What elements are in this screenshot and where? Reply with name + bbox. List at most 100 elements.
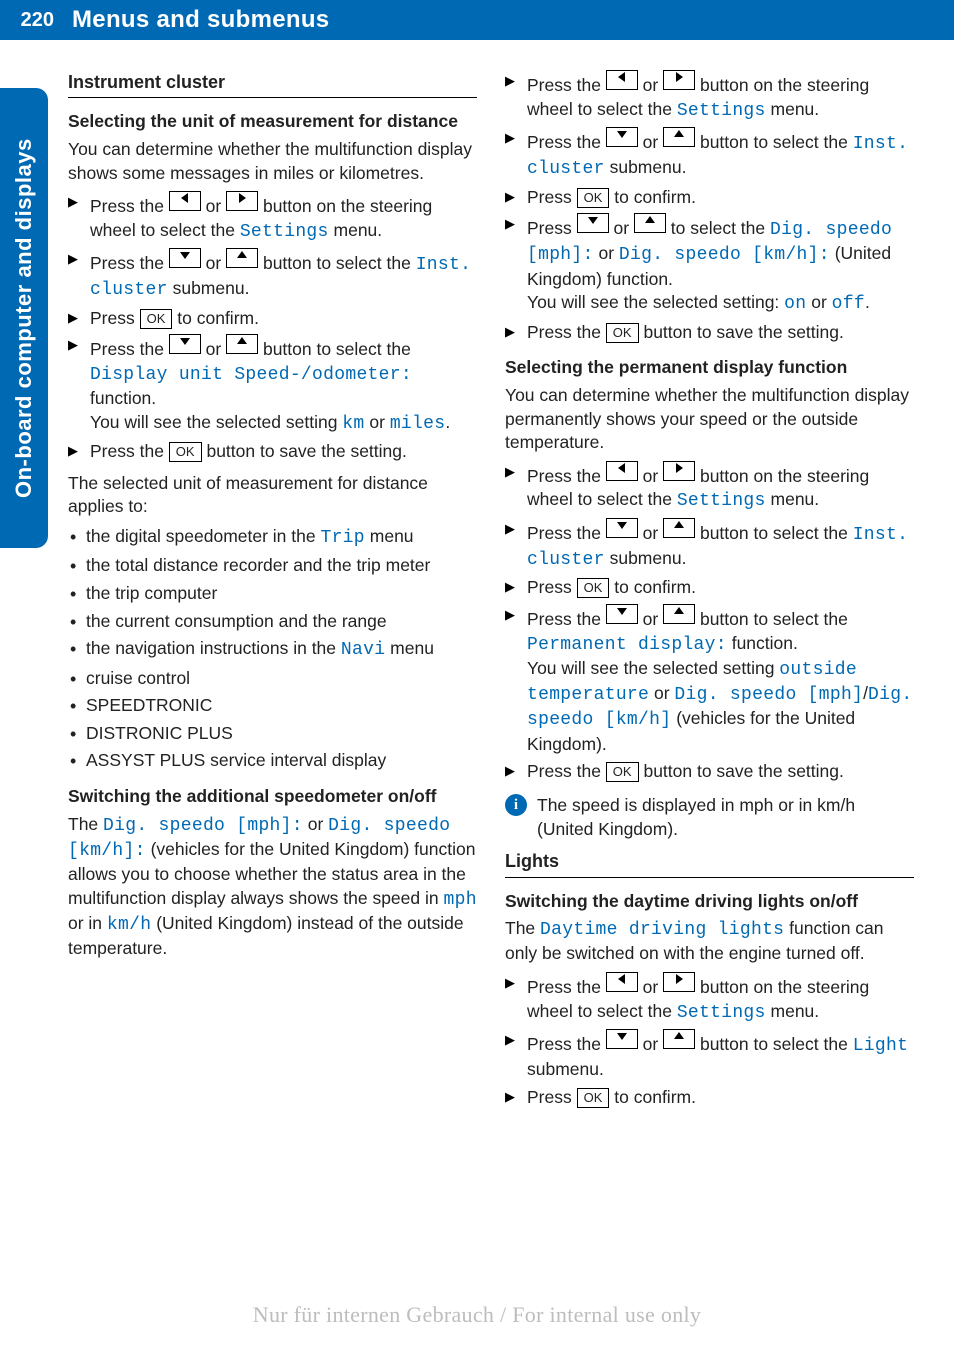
up-arrow-key [663,1029,695,1049]
step: Press the or button on the steering whee… [505,461,914,514]
up-arrow-key [663,127,695,147]
menu-settings: Settings [677,491,766,511]
step: Press or to select the Dig. speedo [mph]… [505,213,914,317]
left-arrow-key [606,461,638,481]
value-km: km [342,414,364,434]
menu-permanent-display: Permanent display: [527,635,727,655]
ok-key: OK [577,578,610,598]
right-arrow-key [226,191,258,211]
menu-dig-speedo-mph: Dig. speedo [mph]: [103,816,303,836]
list-item: cruise control [68,667,477,691]
list-item: ASSYST PLUS service interval display [68,749,477,773]
heading-daytime-lights: Switching the daytime driving lights on/… [505,890,914,914]
right-arrow-key [663,70,695,90]
step: Press OK to confirm. [68,307,477,331]
value-dig-mph: Dig. speedo [mph] [674,685,863,705]
list-item: the navigation instructions in the Navi … [68,637,477,662]
list-item: the digital speedometer in the Trip menu [68,525,477,550]
list-item: the trip computer [68,582,477,606]
right-column: Press the or button on the steering whee… [505,70,914,1118]
steps-permanent-display: Press the or button on the steering whee… [505,461,914,784]
down-arrow-key [606,518,638,538]
value-mph: mph [443,890,476,910]
value-miles: miles [390,414,446,434]
left-arrow-key [169,191,201,211]
menu-settings: Settings [677,101,766,121]
list-item: SPEEDTRONIC [68,694,477,718]
right-arrow-key [663,972,695,992]
menu-light: Light [853,1036,909,1056]
down-arrow-key [169,334,201,354]
steps-daytime-lights: Press the or button on the steering whee… [505,972,914,1109]
steps-unit-distance: Press the or button on the steering whee… [68,191,477,464]
down-arrow-key [606,1029,638,1049]
ok-key: OK [606,762,639,782]
step: Press the or button to select the Perman… [505,604,914,756]
ok-key: OK [140,309,173,329]
list-item: the total distance recorder and the trip… [68,554,477,578]
value-off: off [832,294,865,314]
value-on: on [784,294,806,314]
right-arrow-key [663,461,695,481]
step: Press the or button to select the Inst. … [505,518,914,573]
ok-key: OK [169,442,202,462]
info-text: The speed is displayed in mph or in km/h… [537,794,914,841]
left-arrow-key [606,972,638,992]
watermark: Nur für internen Gebrauch / For internal… [0,1302,954,1328]
down-arrow-key [169,248,201,268]
step: Press the or button to select the Inst. … [68,248,477,303]
left-column: Instrument cluster Selecting the unit of… [68,70,477,1118]
applies-list: the digital speedometer in the Trip menu… [68,525,477,773]
step: Press the or button to select the Light … [505,1029,914,1082]
ok-key: OK [577,1088,610,1108]
intro-unit-distance: You can determine whether the multifunct… [68,138,477,185]
up-arrow-key [634,213,666,233]
page-number: 220 [0,0,60,40]
down-arrow-key [606,604,638,624]
heading-permanent-display: Selecting the permanent display function [505,356,914,380]
applies-intro: The selected unit of measurement for dis… [68,472,477,519]
step: Press OK to confirm. [505,186,914,210]
ok-key: OK [577,188,610,208]
menu-daytime-driving-lights: Daytime driving lights [540,920,784,940]
left-arrow-key [606,70,638,90]
page-title: Menus and submenus [60,0,954,40]
step: Press the or button on the steering whee… [68,191,477,244]
step: Press the OK button to save the setting. [68,440,477,464]
value-kmh: km/h [107,915,151,935]
step: Press the or button to select the Displa… [68,334,477,436]
heading-additional-speedo: Switching the additional speedometer on/… [68,785,477,809]
step: Press OK to confirm. [505,1086,914,1110]
up-arrow-key [226,334,258,354]
step: Press OK to confirm. [505,576,914,600]
up-arrow-key [226,248,258,268]
list-item: the current consumption and the range [68,610,477,634]
step: Press the OK button to save the setting. [505,760,914,784]
ok-key: OK [606,323,639,343]
heading-lights: Lights [505,849,914,877]
steps-additional-speedo: Press the or button on the steering whee… [505,70,914,344]
heading-instrument-cluster: Instrument cluster [68,70,477,98]
down-arrow-key [577,213,609,233]
up-arrow-key [663,604,695,624]
list-item: DISTRONIC PLUS [68,722,477,746]
menu-trip: Trip [320,528,364,548]
menu-navi: Navi [341,640,385,660]
step: Press the or button to select the Inst. … [505,127,914,182]
step: Press the or button on the steering whee… [505,972,914,1025]
page-header: 220 Menus and submenus [0,0,954,40]
intro-permanent-display: You can determine whether the multifunct… [505,384,914,455]
info-note: i The speed is displayed in mph or in km… [505,794,914,841]
menu-dig-speedo-kmh: Dig. speedo [km/h]: [619,245,830,265]
menu-settings: Settings [240,222,329,242]
up-arrow-key [663,518,695,538]
info-icon: i [505,794,527,841]
para-daytime-lights: The Daytime driving lights function can … [505,917,914,966]
para-additional-speedo: The Dig. speedo [mph]: or Dig. speedo [k… [68,813,477,961]
section-tab-label: On-board computer and displays [0,88,48,548]
heading-unit-distance: Selecting the unit of measurement for di… [68,110,477,134]
down-arrow-key [606,127,638,147]
menu-display-unit: Display unit Speed-/odometer: [90,365,412,385]
section-tab: On-board computer and displays [0,88,48,548]
step: Press the or button on the steering whee… [505,70,914,123]
